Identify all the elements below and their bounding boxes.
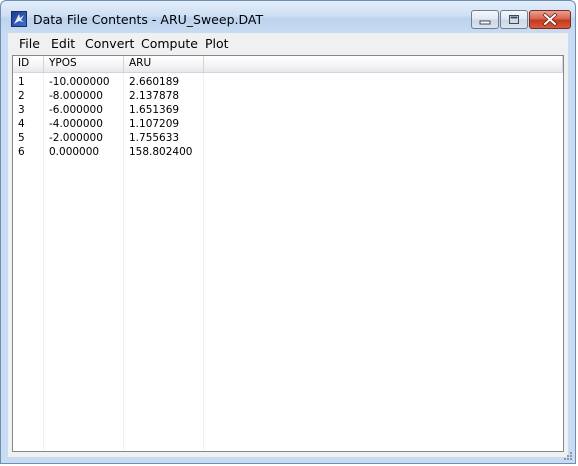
cell-ypos: -10.000000 <box>49 76 110 88</box>
table-row[interactable]: 3 -6.000000 1.651369 <box>13 103 563 117</box>
table-row[interactable]: 4 -4.000000 1.107209 <box>13 117 563 131</box>
title-bar[interactable]: Data File Contents - ARU_Sweep.DAT <box>1 1 575 33</box>
cell-id: 4 <box>18 118 25 130</box>
close-button[interactable] <box>529 10 571 29</box>
minimize-button[interactable] <box>471 10 499 29</box>
cell-aru: 2.660189 <box>129 76 180 88</box>
cell-id: 3 <box>18 104 25 116</box>
menu-plot[interactable]: Plot <box>205 36 229 51</box>
menu-compute[interactable]: Compute <box>141 36 198 51</box>
column-header-ypos[interactable]: YPOS <box>44 56 124 72</box>
client-area: ID YPOS ARU 1 -10.000000 2.660189 2 -8.0… <box>8 53 568 457</box>
menu-edit[interactable]: Edit <box>51 36 75 51</box>
table-header: ID YPOS ARU <box>13 56 563 73</box>
cell-ypos: -2.000000 <box>49 132 103 144</box>
cell-ypos: 0.000000 <box>49 146 100 158</box>
table-row[interactable]: 1 -10.000000 2.660189 <box>13 75 563 89</box>
cell-aru: 158.802400 <box>129 146 193 158</box>
cell-id: 5 <box>18 132 25 144</box>
resize-grip-icon[interactable] <box>563 451 573 461</box>
column-header-id[interactable]: ID <box>13 56 44 72</box>
column-header-empty <box>204 56 563 72</box>
menu-bar: File Edit Convert Compute Plot <box>8 33 568 53</box>
cell-aru: 1.651369 <box>129 104 180 116</box>
data-file-window: Data File Contents - ARU_Sweep.DAT File … <box>0 0 576 464</box>
table-row[interactable]: 2 -8.000000 2.137878 <box>13 89 563 103</box>
cell-aru: 2.137878 <box>129 90 180 102</box>
column-header-aru[interactable]: ARU <box>124 56 204 72</box>
app-icon[interactable] <box>11 11 27 27</box>
menu-convert[interactable]: Convert <box>85 36 134 51</box>
window-title: Data File Contents - ARU_Sweep.DAT <box>33 12 264 27</box>
table-row[interactable]: 5 -2.000000 1.755633 <box>13 131 563 145</box>
cell-aru: 1.755633 <box>129 132 180 144</box>
table-row[interactable]: 6 0.000000 158.802400 <box>13 145 563 159</box>
cell-ypos: -6.000000 <box>49 104 103 116</box>
data-table[interactable]: ID YPOS ARU 1 -10.000000 2.660189 2 -8.0… <box>12 55 564 452</box>
maximize-button[interactable] <box>500 10 528 29</box>
close-icon <box>542 12 558 27</box>
cell-ypos: -8.000000 <box>49 90 103 102</box>
cell-ypos: -4.000000 <box>49 118 103 130</box>
menu-file[interactable]: File <box>19 36 40 51</box>
cell-id: 6 <box>18 146 25 158</box>
cell-id: 1 <box>18 76 25 88</box>
cell-aru: 1.107209 <box>129 118 180 130</box>
minimize-icon <box>479 20 491 25</box>
cell-id: 2 <box>18 90 25 102</box>
maximize-icon <box>509 15 519 24</box>
